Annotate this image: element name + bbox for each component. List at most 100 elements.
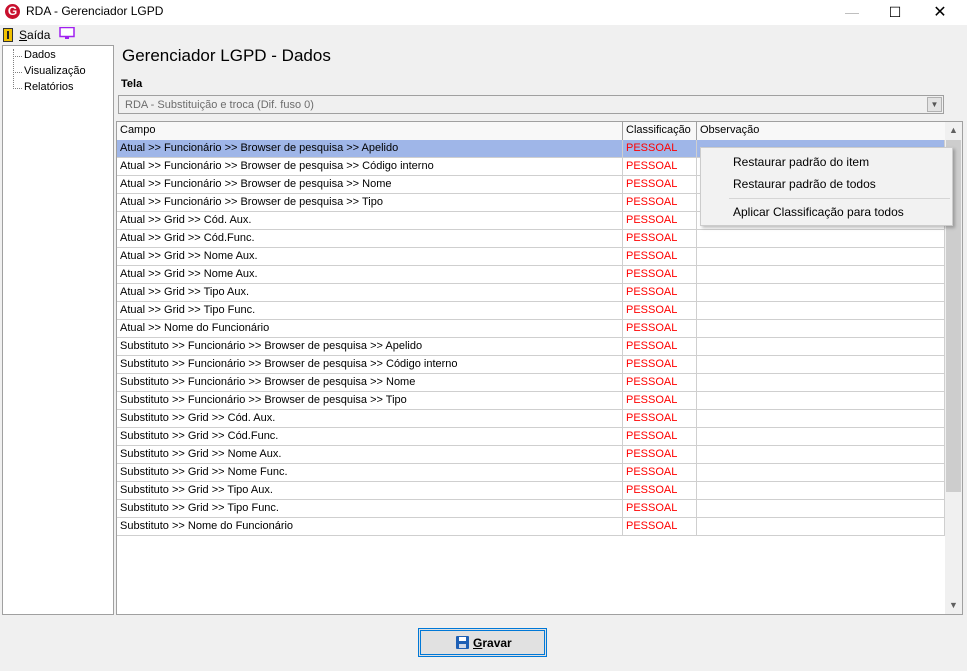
save-button[interactable]: Gravar bbox=[418, 628, 547, 657]
cell-classificacao[interactable]: PESSOAL bbox=[623, 446, 697, 463]
cell-classificacao[interactable]: PESSOAL bbox=[623, 212, 697, 229]
table-row[interactable]: Substituto >> Grid >> Nome Aux. PESSOAL bbox=[117, 446, 945, 464]
cell-observacao[interactable] bbox=[697, 500, 945, 517]
sidebar-item-dados[interactable]: Dados bbox=[24, 49, 56, 61]
scroll-up-icon[interactable]: ▲ bbox=[945, 122, 962, 139]
cell-observacao[interactable] bbox=[697, 248, 945, 265]
context-menu: Restaurar padrão do item Restaurar padrã… bbox=[700, 147, 953, 226]
cell-observacao[interactable] bbox=[697, 410, 945, 427]
exit-button[interactable]: Saída bbox=[19, 28, 50, 42]
table-row[interactable]: Substituto >> Grid >> Tipo Func. PESSOAL bbox=[117, 500, 945, 518]
sidebar-tree: Dados Visualização Relatórios bbox=[2, 45, 114, 615]
cell-classificacao[interactable]: PESSOAL bbox=[623, 410, 697, 427]
tree-connector bbox=[13, 56, 22, 57]
scroll-down-icon[interactable]: ▼ bbox=[945, 597, 962, 614]
cell-campo: Substituto >> Grid >> Cód.Func. bbox=[117, 428, 623, 445]
cell-campo: Atual >> Funcionário >> Browser de pesqu… bbox=[117, 158, 623, 175]
cell-campo: Atual >> Grid >> Cód.Func. bbox=[117, 230, 623, 247]
table-row[interactable]: Atual >> Grid >> Nome Aux. PESSOAL bbox=[117, 266, 945, 284]
maximize-button[interactable]: ☐ bbox=[872, 0, 918, 25]
grid-header: Campo Classificação Observação bbox=[117, 122, 946, 141]
cell-campo: Substituto >> Funcionário >> Browser de … bbox=[117, 338, 623, 355]
tree-connector bbox=[13, 49, 14, 89]
table-row[interactable]: Substituto >> Funcionário >> Browser de … bbox=[117, 338, 945, 356]
cell-observacao[interactable] bbox=[697, 356, 945, 373]
table-row[interactable]: Atual >> Grid >> Cód.Func. PESSOAL bbox=[117, 230, 945, 248]
cell-classificacao[interactable]: PESSOAL bbox=[623, 176, 697, 193]
cell-classificacao[interactable]: PESSOAL bbox=[623, 248, 697, 265]
cell-classificacao[interactable]: PESSOAL bbox=[623, 338, 697, 355]
cell-observacao[interactable] bbox=[697, 266, 945, 283]
cell-observacao[interactable] bbox=[697, 518, 945, 535]
cell-observacao[interactable] bbox=[697, 338, 945, 355]
save-button-label: Gravar bbox=[473, 636, 512, 650]
exit-door-icon[interactable] bbox=[3, 28, 13, 42]
table-row[interactable]: Substituto >> Grid >> Tipo Aux. PESSOAL bbox=[117, 482, 945, 500]
cell-classificacao[interactable]: PESSOAL bbox=[623, 500, 697, 517]
minimize-button[interactable]: — bbox=[829, 0, 875, 25]
column-header-observacao[interactable]: Observação bbox=[697, 122, 946, 140]
screen-select[interactable]: RDA - Substituição e troca (Dif. fuso 0)… bbox=[118, 95, 944, 114]
table-row[interactable]: Substituto >> Grid >> Cód. Aux. PESSOAL bbox=[117, 410, 945, 428]
cell-campo: Substituto >> Funcionário >> Browser de … bbox=[117, 392, 623, 409]
table-row[interactable]: Atual >> Grid >> Tipo Func. PESSOAL bbox=[117, 302, 945, 320]
cell-campo: Atual >> Nome do Funcionário bbox=[117, 320, 623, 337]
cell-campo: Substituto >> Funcionário >> Browser de … bbox=[117, 374, 623, 391]
cell-classificacao[interactable]: PESSOAL bbox=[623, 158, 697, 175]
cell-campo: Atual >> Grid >> Nome Aux. bbox=[117, 266, 623, 283]
table-row[interactable]: Atual >> Grid >> Nome Aux. PESSOAL bbox=[117, 248, 945, 266]
cell-campo: Substituto >> Grid >> Nome Aux. bbox=[117, 446, 623, 463]
screen-label: Tela bbox=[121, 78, 143, 90]
cell-classificacao[interactable]: PESSOAL bbox=[623, 374, 697, 391]
cell-classificacao[interactable]: PESSOAL bbox=[623, 140, 697, 157]
cell-classificacao[interactable]: PESSOAL bbox=[623, 392, 697, 409]
cell-observacao[interactable] bbox=[697, 464, 945, 481]
table-row[interactable]: Atual >> Nome do Funcionário PESSOAL bbox=[117, 320, 945, 338]
column-header-classificacao[interactable]: Classificação bbox=[623, 122, 697, 140]
cell-classificacao[interactable]: PESSOAL bbox=[623, 302, 697, 319]
cell-observacao[interactable] bbox=[697, 428, 945, 445]
table-row[interactable]: Substituto >> Funcionário >> Browser de … bbox=[117, 374, 945, 392]
close-button[interactable]: ✕ bbox=[917, 0, 963, 25]
sidebar-item-relatorios[interactable]: Relatórios bbox=[24, 81, 74, 93]
cell-classificacao[interactable]: PESSOAL bbox=[623, 194, 697, 211]
table-row[interactable]: Substituto >> Funcionário >> Browser de … bbox=[117, 392, 945, 410]
cell-observacao[interactable] bbox=[697, 374, 945, 391]
cell-observacao[interactable] bbox=[697, 392, 945, 409]
menu-item-restore-all[interactable]: Restaurar padrão de todos bbox=[733, 177, 876, 191]
cell-classificacao[interactable]: PESSOAL bbox=[623, 356, 697, 373]
app-logo-icon: G bbox=[5, 4, 20, 19]
cell-classificacao[interactable]: PESSOAL bbox=[623, 266, 697, 283]
cell-observacao[interactable] bbox=[697, 446, 945, 463]
cell-campo: Atual >> Funcionário >> Browser de pesqu… bbox=[117, 194, 623, 211]
cell-classificacao[interactable]: PESSOAL bbox=[623, 464, 697, 481]
cell-observacao[interactable] bbox=[697, 230, 945, 247]
monitor-icon[interactable] bbox=[59, 27, 75, 39]
cell-classificacao[interactable]: PESSOAL bbox=[623, 320, 697, 337]
sidebar-item-visualizacao[interactable]: Visualização bbox=[24, 65, 86, 77]
table-row[interactable]: Substituto >> Grid >> Nome Func. PESSOAL bbox=[117, 464, 945, 482]
table-row[interactable]: Substituto >> Grid >> Cód.Func. PESSOAL bbox=[117, 428, 945, 446]
tree-connector bbox=[13, 88, 22, 89]
screen-select-value: RDA - Substituição e troca (Dif. fuso 0) bbox=[125, 99, 314, 111]
cell-classificacao[interactable]: PESSOAL bbox=[623, 284, 697, 301]
cell-observacao[interactable] bbox=[697, 482, 945, 499]
column-header-campo[interactable]: Campo bbox=[117, 122, 623, 140]
cell-campo: Substituto >> Nome do Funcionário bbox=[117, 518, 623, 535]
cell-campo: Atual >> Grid >> Nome Aux. bbox=[117, 248, 623, 265]
menu-item-restore-item[interactable]: Restaurar padrão do item bbox=[733, 155, 869, 169]
cell-classificacao[interactable]: PESSOAL bbox=[623, 230, 697, 247]
cell-observacao[interactable] bbox=[697, 320, 945, 337]
menu-item-apply-classification[interactable]: Aplicar Classificação para todos bbox=[733, 205, 904, 219]
cell-campo: Atual >> Funcionário >> Browser de pesqu… bbox=[117, 176, 623, 193]
cell-classificacao[interactable]: PESSOAL bbox=[623, 482, 697, 499]
cell-classificacao[interactable]: PESSOAL bbox=[623, 518, 697, 535]
table-row[interactable]: Atual >> Grid >> Tipo Aux. PESSOAL bbox=[117, 284, 945, 302]
cell-campo: Substituto >> Grid >> Tipo Func. bbox=[117, 500, 623, 517]
table-row[interactable]: Substituto >> Nome do Funcionário PESSOAL bbox=[117, 518, 945, 536]
cell-classificacao[interactable]: PESSOAL bbox=[623, 428, 697, 445]
cell-observacao[interactable] bbox=[697, 302, 945, 319]
chevron-down-icon[interactable]: ▼ bbox=[927, 97, 942, 112]
cell-observacao[interactable] bbox=[697, 284, 945, 301]
table-row[interactable]: Substituto >> Funcionário >> Browser de … bbox=[117, 356, 945, 374]
